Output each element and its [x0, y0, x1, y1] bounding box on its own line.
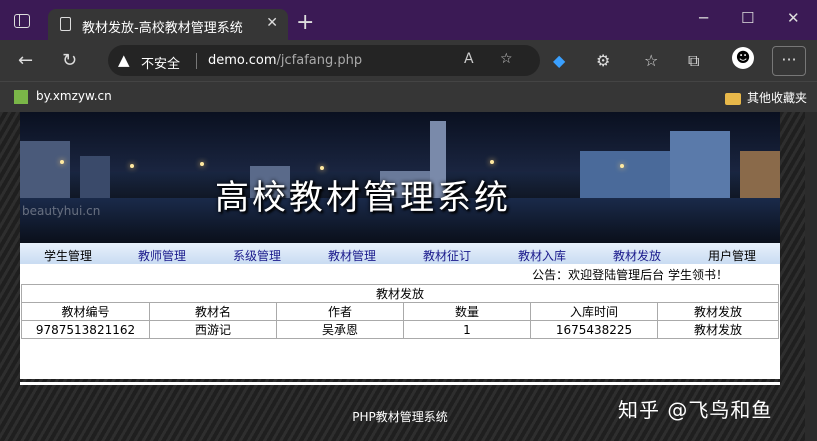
- main-nav: 学生管理 教师管理 系级管理 教材管理 教材征订 教材入库 教材发放 用户管理: [20, 243, 780, 264]
- address-bar[interactable]: ▲ 不安全 demo.com/jcfafang.php A ☆: [108, 45, 540, 76]
- other-bookmarks[interactable]: 其他收藏夹: [724, 89, 807, 106]
- banner-watermark: beautyhui.cn: [22, 204, 101, 218]
- bookmark-item[interactable]: by.xmzyw.cn: [14, 89, 112, 104]
- extensions-icon[interactable]: ⚙: [596, 51, 610, 70]
- nav-department[interactable]: 系级管理: [233, 247, 281, 264]
- header-cell: 教材发放: [657, 302, 779, 321]
- nav-stock-in[interactable]: 教材入库: [518, 247, 566, 264]
- building: [580, 151, 670, 201]
- back-icon[interactable]: ←: [18, 50, 33, 71]
- favorites-icon[interactable]: ☆: [644, 51, 658, 70]
- nav-textbook[interactable]: 教材管理: [328, 247, 376, 264]
- scrollbar[interactable]: [805, 112, 817, 441]
- url-text[interactable]: demo.com/jcfafang.php: [208, 53, 362, 68]
- distribute-link[interactable]: 教材发放: [657, 320, 779, 339]
- read-aloud-icon[interactable]: A: [464, 51, 474, 67]
- folder-icon: [724, 92, 741, 105]
- add-favorite-icon[interactable]: ☆: [500, 51, 513, 67]
- header-cell: 教材名: [149, 302, 277, 321]
- table-cell: 1675438225: [530, 320, 658, 339]
- collections-icon[interactable]: ⧉: [688, 51, 699, 71]
- table-caption-row: 教材发放: [21, 284, 779, 303]
- nav-users[interactable]: 用户管理: [708, 247, 756, 264]
- banner: 高校教材管理系统 beautyhui.cn: [20, 112, 780, 243]
- header-cell: 教材编号: [21, 302, 150, 321]
- bookmark-label: by.xmzyw.cn: [36, 89, 112, 103]
- footer-divider: [20, 382, 780, 385]
- close-tab-icon[interactable]: ✕: [266, 15, 278, 31]
- nav-order[interactable]: 教材征订: [423, 247, 471, 264]
- table-cell: 1: [403, 320, 531, 339]
- notice-text: 公告：欢迎登陆管理后台 学生领书！: [532, 268, 728, 282]
- header-cell: 数量: [403, 302, 531, 321]
- distribution-table: 教材发放 教材编号 教材名 作者 数量 入库时间 教材发放 9787513821…: [21, 284, 779, 339]
- table-header-row: 教材编号 教材名 作者 数量 入库时间 教材发放: [21, 302, 779, 321]
- tab-actions-icon[interactable]: [14, 14, 30, 28]
- tab-title: 教材发放-高校教材管理系统: [82, 21, 243, 36]
- light: [620, 164, 624, 168]
- banner-title: 高校教材管理系统: [215, 178, 511, 218]
- nav-distribution[interactable]: 教材发放: [613, 247, 661, 264]
- light: [60, 160, 64, 164]
- profile-avatar-icon[interactable]: ☻: [732, 47, 754, 69]
- light: [200, 162, 204, 166]
- close-window-icon[interactable]: ✕: [787, 9, 800, 27]
- content-area: 公告：欢迎登陆管理后台 学生领书！ 教材发放 教材编号 教材名 作者 数量 入库…: [20, 264, 780, 379]
- light: [130, 164, 134, 168]
- header-cell: 入库时间: [530, 302, 658, 321]
- bookmarks-bar: by.xmzyw.cn 其他收藏夹: [0, 81, 817, 113]
- more-menu-icon[interactable]: ···: [772, 46, 806, 76]
- building: [670, 131, 730, 201]
- header-cell: 作者: [276, 302, 404, 321]
- other-bookmarks-label: 其他收藏夹: [746, 91, 807, 105]
- nav-student[interactable]: 学生管理: [44, 247, 92, 264]
- table-row: 9787513821162 西游记 吴承恩 1 1675438225 教材发放: [21, 320, 779, 339]
- maximize-icon[interactable]: ☐: [741, 9, 754, 27]
- light: [490, 160, 494, 164]
- table-cell: 9787513821162: [21, 320, 150, 339]
- toolbar: ← ↻ ▲ 不安全 demo.com/jcfafang.php A ☆ ◆ ⚙ …: [0, 40, 817, 81]
- page-icon: [60, 17, 71, 31]
- minimize-icon[interactable]: ─: [699, 9, 708, 27]
- site-logo-icon: [14, 89, 28, 104]
- table-caption: 教材发放: [21, 284, 779, 303]
- building: [20, 141, 70, 201]
- building: [80, 156, 110, 201]
- page-viewport: 高校教材管理系统 beautyhui.cn 学生管理 教师管理 系级管理 教材管…: [0, 112, 817, 441]
- browser-tab[interactable]: 教材发放-高校教材管理系统 ✕: [48, 9, 288, 40]
- tab-strip: 教材发放-高校教材管理系统 ✕ + ─ ☐ ✕: [0, 0, 817, 40]
- divider: [196, 53, 197, 69]
- nav-teacher[interactable]: 教师管理: [138, 247, 186, 264]
- refresh-icon[interactable]: ↻: [62, 50, 77, 71]
- table-cell: 西游记: [149, 320, 277, 339]
- extension-icon[interactable]: ◆: [553, 51, 565, 70]
- overlay-watermark: 知乎 @飞鸟和鱼: [618, 398, 773, 422]
- url-path: /jcfafang.php: [276, 53, 363, 68]
- url-host: demo.com: [208, 53, 277, 68]
- security-label[interactable]: 不安全: [141, 53, 180, 72]
- building: [740, 151, 780, 201]
- new-tab-icon[interactable]: +: [296, 10, 314, 35]
- table-cell: 吴承恩: [276, 320, 404, 339]
- warning-icon[interactable]: ▲: [118, 51, 130, 69]
